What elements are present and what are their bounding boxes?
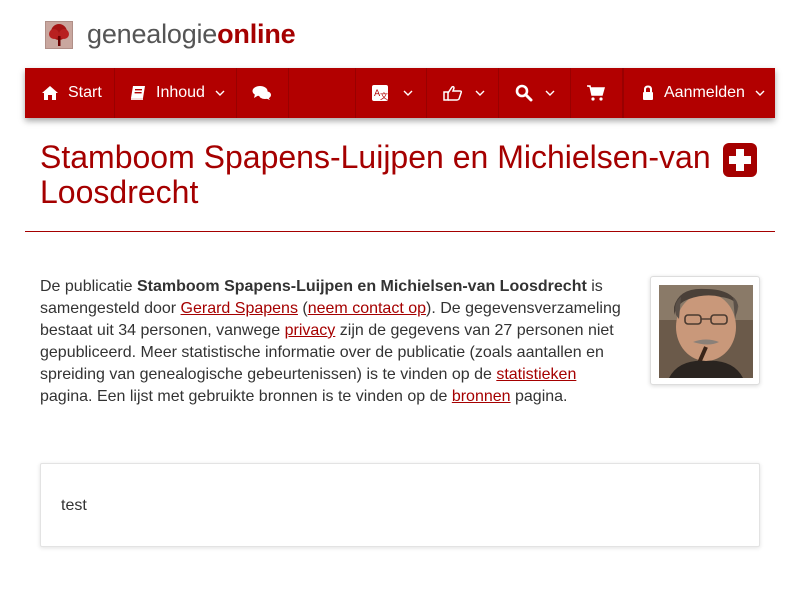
author-link[interactable]: Gerard Spapens — [181, 300, 298, 317]
nav-language[interactable]: A文 — [355, 68, 427, 118]
content-card: test — [40, 463, 760, 547]
nav-inhoud-label: Inhoud — [156, 84, 205, 101]
publication-intro: De publicatie Stamboom Spapens-Luijpen e… — [40, 276, 625, 408]
privacy-link[interactable]: privacy — [285, 322, 336, 339]
chevron-down-icon — [403, 90, 413, 97]
chevron-down-icon — [215, 90, 225, 97]
nav-forum[interactable] — [237, 68, 289, 118]
nav-login[interactable]: Aanmelden — [623, 68, 775, 118]
nav-start-label: Start — [68, 84, 102, 101]
svg-text:文: 文 — [380, 91, 388, 101]
card-text: test — [61, 497, 87, 514]
intro-text: pagina. — [510, 388, 568, 405]
search-icon — [515, 84, 533, 102]
chevron-down-icon — [475, 90, 485, 97]
publication-name: Stamboom Spapens-Luijpen en Michielsen-v… — [136, 278, 587, 295]
sources-link[interactable]: bronnen — [452, 388, 511, 405]
shopping-cart-icon — [586, 84, 606, 102]
tree-logo-icon[interactable] — [45, 21, 73, 49]
contact-link[interactable]: neem contact op — [308, 300, 426, 317]
page-title: Stamboom Spapens-Luijpen en Michielsen-v… — [40, 139, 711, 210]
book-icon — [130, 85, 147, 101]
nav-search[interactable] — [499, 68, 571, 118]
chevron-down-icon — [545, 90, 555, 97]
nav-start[interactable]: Start — [25, 68, 115, 118]
language-icon: A文 — [371, 84, 389, 102]
author-photo-frame[interactable] — [650, 276, 760, 385]
home-icon — [41, 85, 59, 101]
add-plus-button[interactable] — [723, 143, 757, 177]
nav-login-label: Aanmelden — [664, 84, 745, 101]
intro-text: ( — [297, 300, 308, 317]
nav-inhoud[interactable]: Inhoud — [115, 68, 237, 118]
intro-text: pagina. Een lijst met gebruikte bronnen … — [40, 388, 452, 405]
site-header: genealogieonline — [0, 0, 800, 68]
chevron-down-icon — [755, 90, 765, 97]
logo-text-part2: online — [217, 19, 296, 49]
lock-icon — [642, 85, 654, 101]
nav-shop[interactable] — [571, 68, 623, 118]
nav-share[interactable] — [427, 68, 499, 118]
thumbs-up-icon — [443, 85, 463, 101]
site-logo-text[interactable]: genealogieonline — [87, 17, 296, 51]
logo-text-part1: genealogie — [87, 19, 218, 49]
statistics-link[interactable]: statistieken — [496, 366, 576, 383]
comments-icon — [252, 85, 272, 101]
author-photo — [659, 285, 753, 378]
main-navbar: Start Inhoud A文 Aanmelden — [25, 68, 775, 118]
intro-text: De publicatie — [40, 278, 137, 295]
page-title-section: Stamboom Spapens-Luijpen en Michielsen-v… — [25, 130, 775, 232]
